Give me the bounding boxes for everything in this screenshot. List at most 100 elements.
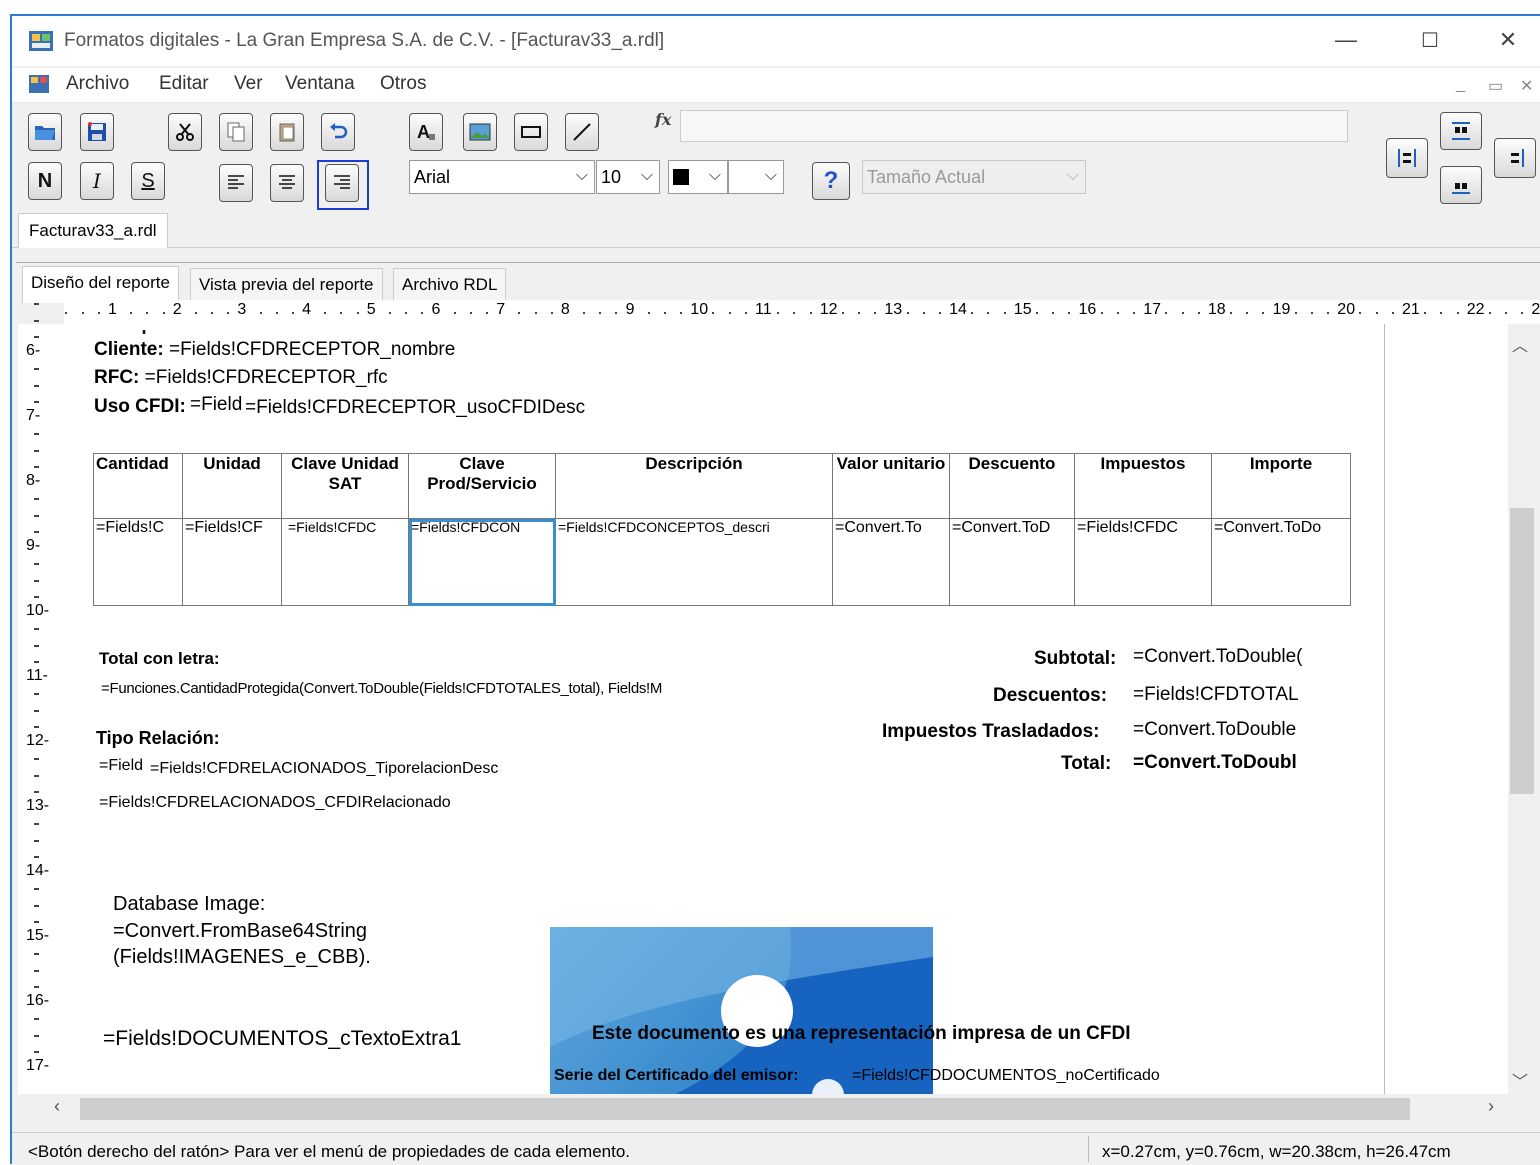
scroll-right-icon[interactable]: ›	[1488, 1096, 1494, 1117]
cell-clave-prod-selected[interactable]: =Fields!CFDCON	[408, 518, 556, 606]
copy-button[interactable]	[219, 113, 253, 151]
ruler-minor-tick	[1375, 312, 1378, 314]
uso-cfdi-value-b[interactable]: =Fields!CFDRECEPTOR_usoCFDIDesc	[245, 397, 585, 419]
tipo-relacion-label[interactable]: Tipo Relación:	[96, 728, 220, 749]
open-button[interactable]	[28, 113, 62, 151]
descuentos-value[interactable]: =Fields!CFDTOTAL	[1133, 684, 1299, 706]
menu-otros[interactable]: Otros	[380, 73, 426, 95]
concepts-table[interactable]: Cantidad Unidad Clave Unidad SAT Clave P…	[93, 453, 1351, 606]
tab-vista-previa[interactable]: Vista previa del reporte	[190, 268, 383, 301]
rfc-label: RFC:	[94, 367, 140, 388]
db-image-caption-1[interactable]: Database Image:	[113, 893, 265, 916]
cut-button[interactable]	[168, 113, 202, 151]
cliente-field[interactable]: Cliente: =Fields!CFDRECEPTOR_nombre	[94, 339, 455, 361]
line-button[interactable]	[565, 113, 599, 151]
impuestos-value[interactable]: =Convert.ToDouble	[1133, 719, 1296, 741]
document-tab[interactable]: Facturav33_a.rdl	[18, 213, 168, 248]
descuentos-label[interactable]: Descuentos:	[993, 685, 1107, 707]
total-letra-label[interactable]: Total con letra:	[99, 649, 220, 669]
representacion-text[interactable]: Este documento es una representación imp…	[592, 1023, 1130, 1045]
uso-cfdi-value-a[interactable]: =Field	[190, 394, 242, 416]
receptor-label[interactable]: Receptor:	[96, 330, 185, 336]
cell-unidad[interactable]: =Fields!CF	[182, 518, 282, 606]
line-style-select[interactable]: ⌵	[728, 160, 784, 194]
col-descripcion[interactable]: Descripción	[555, 453, 833, 519]
impuestos-label[interactable]: Impuestos Trasladados:	[882, 721, 1100, 743]
italic-button[interactable]: I	[80, 162, 114, 200]
undo-button[interactable]	[321, 113, 355, 151]
text-box-button[interactable]: A	[409, 113, 443, 151]
cell-importe[interactable]: =Convert.ToDo	[1211, 518, 1351, 606]
uso-cfdi-label[interactable]: Uso CFDI:	[94, 396, 186, 418]
moneda-field[interactable]: Moneda: =Fields!Fields!CFDTOTALES	[888, 330, 1224, 336]
total-value[interactable]: =Convert.ToDoubl	[1133, 752, 1297, 774]
zoom-select[interactable]: Tamaño Actual ⌵	[862, 160, 1086, 194]
font-color-select[interactable]: ⌵	[668, 160, 728, 194]
tab-diseno[interactable]: Diseño del reporte	[22, 266, 179, 303]
total-letra-value[interactable]: =Funciones.CantidadProtegida(Convert.ToD…	[101, 680, 662, 697]
subtotal-value[interactable]: =Convert.ToDouble(	[1133, 646, 1303, 668]
tipo-relacion-value-b[interactable]: =Fields!CFDRELACIONADOS_TiporelacionDesc	[150, 760, 498, 778]
col-cantidad[interactable]: Cantidad	[93, 453, 183, 519]
font-name-select[interactable]: Arial ⌵	[409, 160, 595, 194]
bold-button[interactable]: N	[28, 162, 62, 200]
texto-extra[interactable]: =Fields!DOCUMENTOS_cTextoExtra1	[103, 1027, 461, 1051]
cell-valor-unitario[interactable]: =Convert.To	[832, 518, 950, 606]
scroll-up-icon[interactable]: ︿	[1512, 332, 1528, 356]
help-button[interactable]: ?	[812, 162, 850, 200]
cell-descripcion[interactable]: =Fields!CFDCONCEPTOS_descri	[555, 518, 833, 606]
tipo-relacion-value-a[interactable]: =Field	[99, 757, 143, 775]
horizontal-scroll-thumb[interactable]	[80, 1098, 1410, 1120]
ruler-minor-tick	[421, 312, 424, 314]
cell-descuento[interactable]: =Convert.ToD	[949, 518, 1075, 606]
tab-archivo-rdl[interactable]: Archivo RDL	[393, 268, 507, 301]
db-image-caption-3[interactable]: (Fields!IMAGENES_e_CBB).	[113, 946, 371, 969]
strikeout-button[interactable]: S	[131, 162, 165, 200]
align-left-edges-button[interactable]	[1386, 138, 1428, 178]
minimize-button[interactable]: —	[1326, 20, 1366, 60]
col-impuestos[interactable]: Impuestos	[1074, 453, 1212, 519]
col-clave-prod[interactable]: Clave Prod/Servicio	[408, 453, 556, 519]
col-descuento[interactable]: Descuento	[949, 453, 1075, 519]
app-icon	[28, 28, 54, 54]
serie-label[interactable]: Serie del Certificado del emisor:	[554, 1067, 799, 1085]
align-right-button[interactable]	[325, 164, 359, 202]
ruler-minor-tick	[34, 823, 39, 826]
col-importe[interactable]: Importe	[1211, 453, 1351, 519]
col-unidad[interactable]: Unidad	[182, 453, 282, 519]
mdi-restore-button[interactable]: ▭	[1488, 76, 1503, 96]
save-button[interactable]	[80, 113, 114, 151]
db-image-caption-2[interactable]: =Convert.FromBase64String	[113, 920, 367, 943]
col-valor-unitario[interactable]: Valor unitario	[832, 453, 950, 519]
menu-archivo[interactable]: Archivo	[66, 73, 129, 95]
image-button[interactable]	[463, 113, 497, 151]
scroll-down-icon[interactable]: ﹀	[1512, 1068, 1528, 1092]
col-clave-unidad[interactable]: Clave Unidad SAT	[281, 453, 409, 519]
cell-clave-unidad[interactable]: =Fields!CFDC	[281, 518, 409, 606]
menu-ventana[interactable]: Ventana	[285, 73, 355, 95]
menu-ver[interactable]: Ver	[234, 73, 263, 95]
vertical-scroll-thumb[interactable]	[1510, 508, 1534, 794]
align-center-button[interactable]	[270, 164, 304, 202]
serie-value[interactable]: =Fields!CFDDOCUMENTOS_noCertificado	[852, 1067, 1160, 1085]
cfdi-relacionado-value[interactable]: =Fields!CFDRELACIONADOS_CFDIRelacionado	[99, 794, 451, 812]
rectangle-button[interactable]	[514, 113, 548, 151]
align-left-button[interactable]	[219, 164, 253, 202]
total-label[interactable]: Total:	[1061, 753, 1111, 775]
mdi-close-button[interactable]: ✕	[1520, 76, 1533, 96]
close-button[interactable]: ✕	[1488, 20, 1528, 60]
menu-editar[interactable]: Editar	[159, 73, 209, 95]
maximize-button[interactable]: ☐	[1410, 20, 1450, 60]
rfc-field[interactable]: RFC: =Fields!CFDRECEPTOR_rfc	[94, 367, 388, 389]
align-bottom-button[interactable]	[1440, 166, 1482, 204]
formula-input[interactable]	[680, 110, 1348, 142]
cell-cantidad[interactable]: =Fields!C	[93, 518, 183, 606]
align-top-button[interactable]	[1440, 112, 1482, 150]
cell-impuestos[interactable]: =Fields!CFDC	[1074, 518, 1212, 606]
paste-button[interactable]	[270, 113, 304, 151]
font-size-select[interactable]: 10 ⌵	[596, 160, 660, 194]
subtotal-label[interactable]: Subtotal:	[1034, 648, 1116, 670]
mdi-minimize-button[interactable]: _	[1456, 76, 1465, 94]
scroll-left-icon[interactable]: ‹	[54, 1096, 60, 1117]
align-right-edges-button[interactable]	[1494, 138, 1536, 178]
